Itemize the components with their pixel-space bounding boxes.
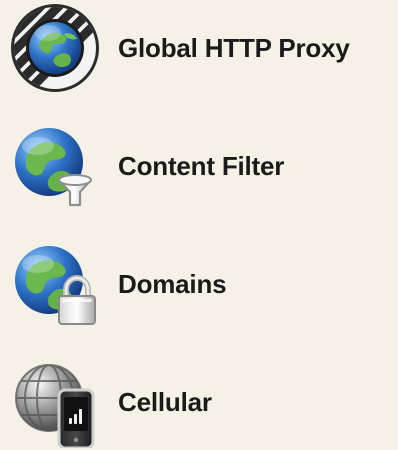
globe-phone-signal-icon [8, 355, 102, 449]
list-item-cellular[interactable]: Cellular [8, 354, 396, 450]
list-item-global-http-proxy[interactable]: Global HTTP Proxy [8, 0, 396, 96]
payload-settings-list: Global HTTP Proxy Content Filter Domains… [0, 0, 398, 448]
list-item-label: Domains [118, 268, 227, 299]
list-item-label: Global HTTP Proxy [118, 32, 350, 63]
globe-lock-icon [8, 237, 102, 331]
globe-striped-badge-icon [8, 1, 102, 95]
list-item-label: Cellular [118, 386, 212, 417]
list-item-content-filter[interactable]: Content Filter [8, 118, 396, 214]
globe-funnel-icon [8, 119, 102, 213]
list-item-label: Content Filter [118, 150, 285, 181]
list-item-domains[interactable]: Domains [8, 236, 396, 332]
